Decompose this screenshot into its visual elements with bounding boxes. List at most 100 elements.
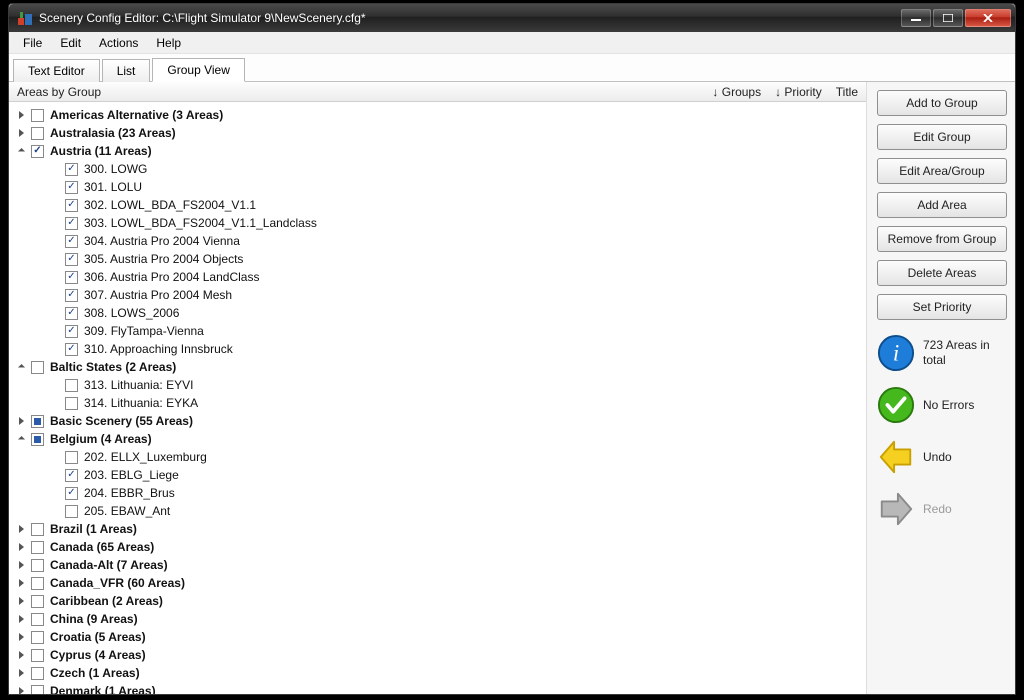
- expander-icon[interactable]: [15, 667, 27, 679]
- checkbox[interactable]: [31, 415, 44, 428]
- checkbox[interactable]: [65, 505, 78, 518]
- checkbox[interactable]: [31, 109, 44, 122]
- checkbox[interactable]: [31, 523, 44, 536]
- expander-icon[interactable]: [15, 109, 27, 121]
- tree-item-row[interactable]: 204. EBBR_Brus: [9, 484, 866, 502]
- remove-from-group-button[interactable]: Remove from Group: [877, 226, 1007, 252]
- tab-list[interactable]: List: [102, 59, 151, 82]
- menu-edit[interactable]: Edit: [52, 34, 89, 52]
- checkbox[interactable]: [65, 289, 78, 302]
- tree-group-row[interactable]: Americas Alternative (3 Areas): [9, 106, 866, 124]
- tree-group-row[interactable]: Austria (11 Areas): [9, 142, 866, 160]
- expander-icon[interactable]: [15, 631, 27, 643]
- col-priority[interactable]: ↓ Priority: [775, 85, 822, 99]
- checkbox[interactable]: [65, 451, 78, 464]
- undo-button[interactable]: Undo: [877, 438, 1007, 476]
- tree-item-row[interactable]: 202. ELLX_Luxemburg: [9, 448, 866, 466]
- tree-group-row[interactable]: Cyprus (4 Areas): [9, 646, 866, 664]
- checkbox[interactable]: [65, 307, 78, 320]
- close-button[interactable]: [965, 9, 1011, 27]
- tree-item-row[interactable]: 313. Lithuania: EYVI: [9, 376, 866, 394]
- tree-item-row[interactable]: 309. FlyTampa-Vienna: [9, 322, 866, 340]
- tree-group-row[interactable]: Australasia (23 Areas): [9, 124, 866, 142]
- checkbox[interactable]: [31, 145, 44, 158]
- tree-item-row[interactable]: 307. Austria Pro 2004 Mesh: [9, 286, 866, 304]
- tree-group-row[interactable]: Belgium (4 Areas): [9, 430, 866, 448]
- tree-item-row[interactable]: 302. LOWL_BDA_FS2004_V1.1: [9, 196, 866, 214]
- checkbox[interactable]: [31, 667, 44, 680]
- expander-icon[interactable]: [15, 649, 27, 661]
- expander-icon[interactable]: [15, 523, 27, 535]
- checkbox[interactable]: [31, 433, 44, 446]
- set-priority-button[interactable]: Set Priority: [877, 294, 1007, 320]
- tree-group-row[interactable]: Canada (65 Areas): [9, 538, 866, 556]
- checkbox[interactable]: [65, 253, 78, 266]
- col-title[interactable]: Title: [836, 85, 858, 99]
- tree-item-row[interactable]: 310. Approaching Innsbruck: [9, 340, 866, 358]
- checkbox[interactable]: [31, 559, 44, 572]
- tree-view[interactable]: Americas Alternative (3 Areas)Australasi…: [9, 102, 866, 694]
- add-to-group-button[interactable]: Add to Group: [877, 90, 1007, 116]
- tree-group-row[interactable]: Croatia (5 Areas): [9, 628, 866, 646]
- tree-item-row[interactable]: 300. LOWG: [9, 160, 866, 178]
- checkbox[interactable]: [65, 199, 78, 212]
- tree-item-row[interactable]: 301. LOLU: [9, 178, 866, 196]
- tree-group-row[interactable]: China (9 Areas): [9, 610, 866, 628]
- menu-actions[interactable]: Actions: [91, 34, 146, 52]
- checkbox[interactable]: [31, 361, 44, 374]
- tree-item-row[interactable]: 205. EBAW_Ant: [9, 502, 866, 520]
- titlebar[interactable]: Scenery Config Editor: C:\Flight Simulat…: [9, 4, 1015, 32]
- checkbox[interactable]: [31, 649, 44, 662]
- expander-icon[interactable]: [15, 559, 27, 571]
- tree-item-row[interactable]: 303. LOWL_BDA_FS2004_V1.1_Landclass: [9, 214, 866, 232]
- checkbox[interactable]: [65, 469, 78, 482]
- tree-item-row[interactable]: 308. LOWS_2006: [9, 304, 866, 322]
- expander-icon[interactable]: [15, 613, 27, 625]
- tree-group-row[interactable]: Denmark (1 Areas): [9, 682, 866, 694]
- maximize-button[interactable]: [933, 9, 963, 27]
- tree-group-row[interactable]: Brazil (1 Areas): [9, 520, 866, 538]
- expander-icon[interactable]: [15, 577, 27, 589]
- checkbox[interactable]: [65, 271, 78, 284]
- checkbox[interactable]: [65, 217, 78, 230]
- tree-item-row[interactable]: 304. Austria Pro 2004 Vienna: [9, 232, 866, 250]
- col-groups[interactable]: ↓ Groups: [712, 85, 761, 99]
- tree-group-row[interactable]: Baltic States (2 Areas): [9, 358, 866, 376]
- expander-icon[interactable]: [15, 685, 27, 694]
- checkbox[interactable]: [65, 163, 78, 176]
- checkbox[interactable]: [65, 325, 78, 338]
- checkbox[interactable]: [65, 343, 78, 356]
- add-area-button[interactable]: Add Area: [877, 192, 1007, 218]
- tree-group-row[interactable]: Canada_VFR (60 Areas): [9, 574, 866, 592]
- checkbox[interactable]: [65, 397, 78, 410]
- checkbox[interactable]: [31, 685, 44, 695]
- checkbox[interactable]: [31, 631, 44, 644]
- checkbox[interactable]: [31, 613, 44, 626]
- checkbox[interactable]: [31, 577, 44, 590]
- col-areas-by-group[interactable]: Areas by Group: [17, 85, 698, 99]
- tab-group-view[interactable]: Group View: [152, 58, 244, 82]
- expander-icon[interactable]: [15, 127, 27, 139]
- edit-area-group-button[interactable]: Edit Area/Group: [877, 158, 1007, 184]
- checkbox[interactable]: [31, 595, 44, 608]
- checkbox[interactable]: [31, 541, 44, 554]
- expander-icon[interactable]: [15, 361, 27, 373]
- expander-icon[interactable]: [15, 541, 27, 553]
- checkbox[interactable]: [65, 235, 78, 248]
- tree-group-row[interactable]: Caribbean (2 Areas): [9, 592, 866, 610]
- checkbox[interactable]: [31, 127, 44, 140]
- menu-help[interactable]: Help: [148, 34, 189, 52]
- redo-button[interactable]: Redo: [877, 490, 1007, 528]
- tree-group-row[interactable]: Basic Scenery (55 Areas): [9, 412, 866, 430]
- checkbox[interactable]: [65, 181, 78, 194]
- tree-item-row[interactable]: 306. Austria Pro 2004 LandClass: [9, 268, 866, 286]
- checkbox[interactable]: [65, 379, 78, 392]
- minimize-button[interactable]: [901, 9, 931, 27]
- delete-areas-button[interactable]: Delete Areas: [877, 260, 1007, 286]
- expander-icon[interactable]: [15, 415, 27, 427]
- menu-file[interactable]: File: [15, 34, 50, 52]
- checkbox[interactable]: [65, 487, 78, 500]
- tree-group-row[interactable]: Canada-Alt (7 Areas): [9, 556, 866, 574]
- expander-icon[interactable]: [15, 595, 27, 607]
- expander-icon[interactable]: [15, 433, 27, 445]
